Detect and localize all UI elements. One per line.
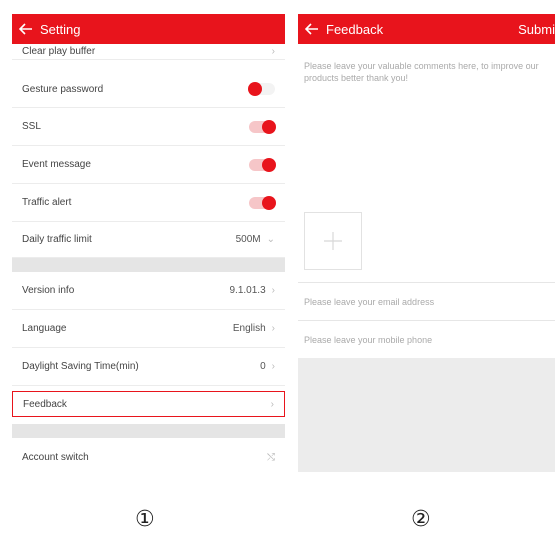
clear-play-buffer-label: Clear play buffer [22,46,96,57]
phone-field[interactable]: Please leave your mobile phone [298,320,555,359]
gesture-password-label: Gesture password [22,83,104,95]
daily-traffic-limit-row[interactable]: Daily traffic limit 500M ⌄ [12,222,285,258]
back-arrow-icon[interactable] [298,23,326,35]
page-title: Setting [40,21,81,37]
language-value: English [232,323,266,334]
setting-header: Setting [12,14,285,44]
add-image-button[interactable] [304,212,362,270]
chevron-right-icon: › [271,361,275,372]
account-switch-row[interactable]: Account switch ⤭ [12,438,285,476]
chevron-right-icon: › [270,398,274,410]
daily-traffic-limit-value: 500M [235,234,261,245]
feedback-label: Feedback [23,398,67,410]
ssl-row: SSL [12,108,285,146]
language-row[interactable]: Language English › [12,310,285,348]
daylight-saving-label: Daylight Saving Time(min) [22,361,139,372]
section-divider [12,424,285,438]
ssl-toggle[interactable] [249,119,276,134]
daylight-saving-row[interactable]: Daylight Saving Time(min) 0 › [12,348,285,386]
feedback-header: Feedback Submi [298,14,555,44]
submit-button[interactable]: Submi [518,22,555,37]
chevron-down-icon: ⌄ [266,234,275,245]
event-message-toggle[interactable] [249,157,276,172]
ssl-label: SSL [22,121,41,132]
back-arrow-icon[interactable] [12,23,40,35]
daylight-saving-value: 0 [260,361,266,372]
chevron-right-icon: › [271,323,275,334]
step-label-1: ① [135,507,155,532]
traffic-alert-toggle[interactable] [249,195,276,210]
account-switch-label: Account switch [22,451,89,463]
language-label: Language [22,323,67,334]
chevron-right-icon: › [271,285,275,296]
chevron-right-icon: › [271,46,275,57]
gesture-password-row: Gesture password [12,71,285,108]
section-divider [12,258,285,272]
clear-play-buffer-row[interactable]: Clear play buffer › [12,44,285,60]
event-message-row: Event message [12,146,285,184]
traffic-alert-row: Traffic alert [12,184,285,222]
gesture-password-toggle[interactable] [248,82,275,96]
step-label-2: ② [411,507,431,532]
daily-traffic-limit-label: Daily traffic limit [22,234,92,245]
switch-icon: ⤭ [267,451,275,463]
version-info-value: 9.1.01.3 [229,285,266,296]
version-info-label: Version info [22,285,75,296]
page-title: Feedback [326,21,384,37]
traffic-alert-label: Traffic alert [22,197,72,208]
feedback-row[interactable]: Feedback › [12,391,285,417]
setting-screen: Setting Clear play buffer › Gesture pass… [12,0,285,484]
plus-icon [324,232,342,250]
feedback-screen: Feedback Submi Please leave your valuabl… [298,0,555,484]
event-message-label: Event message [22,159,91,170]
comment-textarea[interactable]: Please leave your valuable comments here… [304,60,555,84]
version-info-row[interactable]: Version info 9.1.01.3 › [12,272,285,310]
email-field[interactable]: Please leave your email address [298,282,555,321]
empty-area [298,358,555,472]
